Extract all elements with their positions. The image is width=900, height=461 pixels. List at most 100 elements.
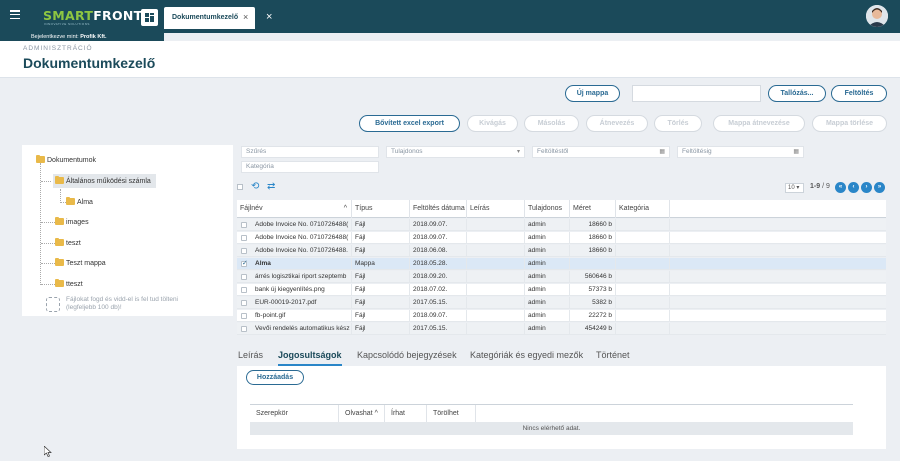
rename-folder-button[interactable]: Mappa átnevezése [713,115,805,132]
row-checkbox[interactable] [241,300,247,306]
calendar-icon[interactable]: ▦ [793,147,799,157]
sort-asc-icon: ^ [343,205,347,212]
tab-leiras[interactable]: Leírás [238,350,263,360]
table-row[interactable]: Alma Mappa 2018.05.28. admin [237,258,886,270]
tab-kapcsolodo[interactable]: Kapcsolódó bejegyzések [357,350,457,360]
tab-jogosultsagok[interactable]: Jogosultságok [278,350,342,360]
cell-cat [616,232,670,244]
col-header-owner[interactable]: Tulajdonos [525,200,570,218]
folder-icon [55,278,64,287]
tab-dokumentumkezelo[interactable]: Dokumentumkezelő × [164,7,255,29]
hamburger-menu-icon[interactable] [10,10,20,20]
tree-item-alma[interactable]: Alma [66,196,93,206]
cell-desc [467,245,525,257]
rename-button[interactable]: Átnevezés [586,115,648,132]
col-header-write[interactable]: Írhat [385,405,427,422]
col-header-date[interactable]: Feltöltés dátuma [410,200,467,218]
cell-date: 2017.05.15. [410,297,467,309]
cell-type: Fájl [352,323,410,335]
table-row[interactable]: Adobe Invoice No. 0710726488(Fájl 2018.09… [237,219,886,231]
calendar-icon[interactable]: ▦ [659,147,665,157]
row-checkbox[interactable] [241,235,247,241]
first-page-icon[interactable]: « [835,182,846,193]
row-checkbox[interactable] [241,326,247,332]
tab-kategoriak[interactable]: Kategóriák és egyedi mezők [470,350,583,360]
cell-owner: admin [525,271,570,283]
row-checkbox[interactable] [241,313,247,319]
cell-size: 18660 b [570,232,616,244]
table-row[interactable]: EUR-00019-2017.pdf Fájl 2017.05.15. admin 53… [237,297,886,309]
col-header-read[interactable]: Olvashat ^ [339,405,385,422]
date-to-input[interactable]: Feltöltésig ▦ [677,146,804,158]
avatar-icon [866,5,888,27]
permissions-empty-message: Nincs elérhető adat. [250,422,853,435]
upload-button[interactable]: Feltöltés [831,85,887,102]
browse-button[interactable]: Tallózás... [768,85,826,102]
next-page-icon[interactable]: › [861,182,872,193]
owner-select[interactable]: Tulajdonos ▾ [386,146,525,158]
last-page-icon[interactable]: » [874,182,885,193]
folder-icon [66,196,75,205]
close-tab-icon[interactable]: × [243,12,248,22]
delete-button[interactable]: Törlés [654,115,702,132]
dashboard-button[interactable] [141,9,158,26]
cell-size: 22272 b [570,310,616,322]
table-row[interactable]: Adobe Invoice No. 0710726488. Fájl 2018.06… [237,245,886,257]
row-checkbox[interactable] [241,259,248,267]
select-all-checkbox[interactable] [237,184,243,190]
table-row[interactable]: bank új kiegyenlítés.png Fájl 2018.07.02. a… [237,284,886,296]
cell-name: Alma [237,258,352,270]
dropzone-hint[interactable]: Fájlokat fogd és vidd-el is fel tud tölt… [66,296,226,312]
swap-icon[interactable]: ⇄ [267,181,275,192]
search-filter-input[interactable]: Szűrés [241,146,379,158]
tree-item-images[interactable]: images [55,216,89,226]
cell-cat [616,297,670,309]
col-header-role[interactable]: Szerepkör [250,405,339,422]
delete-folder-button[interactable]: Mappa törlése [812,115,887,132]
col-header-desc[interactable]: Leírás [467,200,525,218]
col-header-size[interactable]: Méret [570,200,616,218]
breadcrumb[interactable]: ADMINISZTRÁCIÓ [23,45,93,52]
table-row[interactable]: árrés logisztikai riport szeptemb Fájl 201… [237,271,886,283]
table-row[interactable]: Adobe Invoice No. 0710726488(Fájl 2018.09… [237,232,886,244]
cell-owner: admin [525,297,570,309]
tree-item-altalanos[interactable]: Általános működési számla [53,174,156,188]
category-filter-input[interactable]: Kategória [241,161,379,173]
new-folder-button[interactable]: Új mappa [565,85,620,102]
user-avatar[interactable] [866,5,888,27]
col-header-type[interactable]: Típus [352,200,410,218]
prev-page-icon[interactable]: ‹ [848,182,859,193]
row-checkbox[interactable] [241,222,247,228]
col-header-filename[interactable]: Fájlnév ^ [237,200,352,218]
refresh-icon[interactable]: ⟲ [251,181,259,192]
folder-icon [55,175,64,184]
date-from-input[interactable]: Feltöltéstől ▦ [532,146,670,158]
tree-item-teszt-mappa[interactable]: Teszt mappa [55,257,106,267]
folder-icon [55,257,64,266]
tab-tortenet[interactable]: Történet [596,350,630,360]
row-checkbox[interactable] [241,287,247,293]
close-all-tabs-icon[interactable]: × [266,11,272,23]
table-row[interactable]: Vevői rendelés automatikus kész Fájl 2017.… [237,323,886,335]
table-row[interactable]: fb-point.gif Fájl 2018.09.07. admin 22272 b [237,310,886,322]
row-checkbox[interactable] [241,248,247,254]
add-permission-button[interactable]: Hozzáadás [246,370,304,385]
cell-owner: admin [525,310,570,322]
cell-owner: admin [525,245,570,257]
per-page-select[interactable]: 10 ▾ [785,183,804,193]
tree-item-teszt[interactable]: teszt [55,237,81,247]
cell-date: 2018.09.07. [410,219,467,231]
row-checkbox[interactable] [241,274,247,280]
col-header-delete[interactable]: Törölhet [427,405,476,422]
copy-button[interactable]: Másolás [524,115,579,132]
tree-item-tteszt[interactable]: tteszt [55,278,83,288]
pager-range: 1-9 / 9 [810,183,830,190]
cell-name: árrés logisztikai riport szeptemb [237,271,352,283]
cut-button[interactable]: Kivágás [467,115,518,132]
excel-export-button[interactable]: Bővített excel export [359,115,460,132]
selected-file-field[interactable] [632,85,761,102]
cell-type: Fájl [352,284,410,296]
col-header-category[interactable]: Kategória [616,200,670,218]
tree-root[interactable]: Dokumentumok [36,154,96,164]
tree-connector [41,243,55,244]
